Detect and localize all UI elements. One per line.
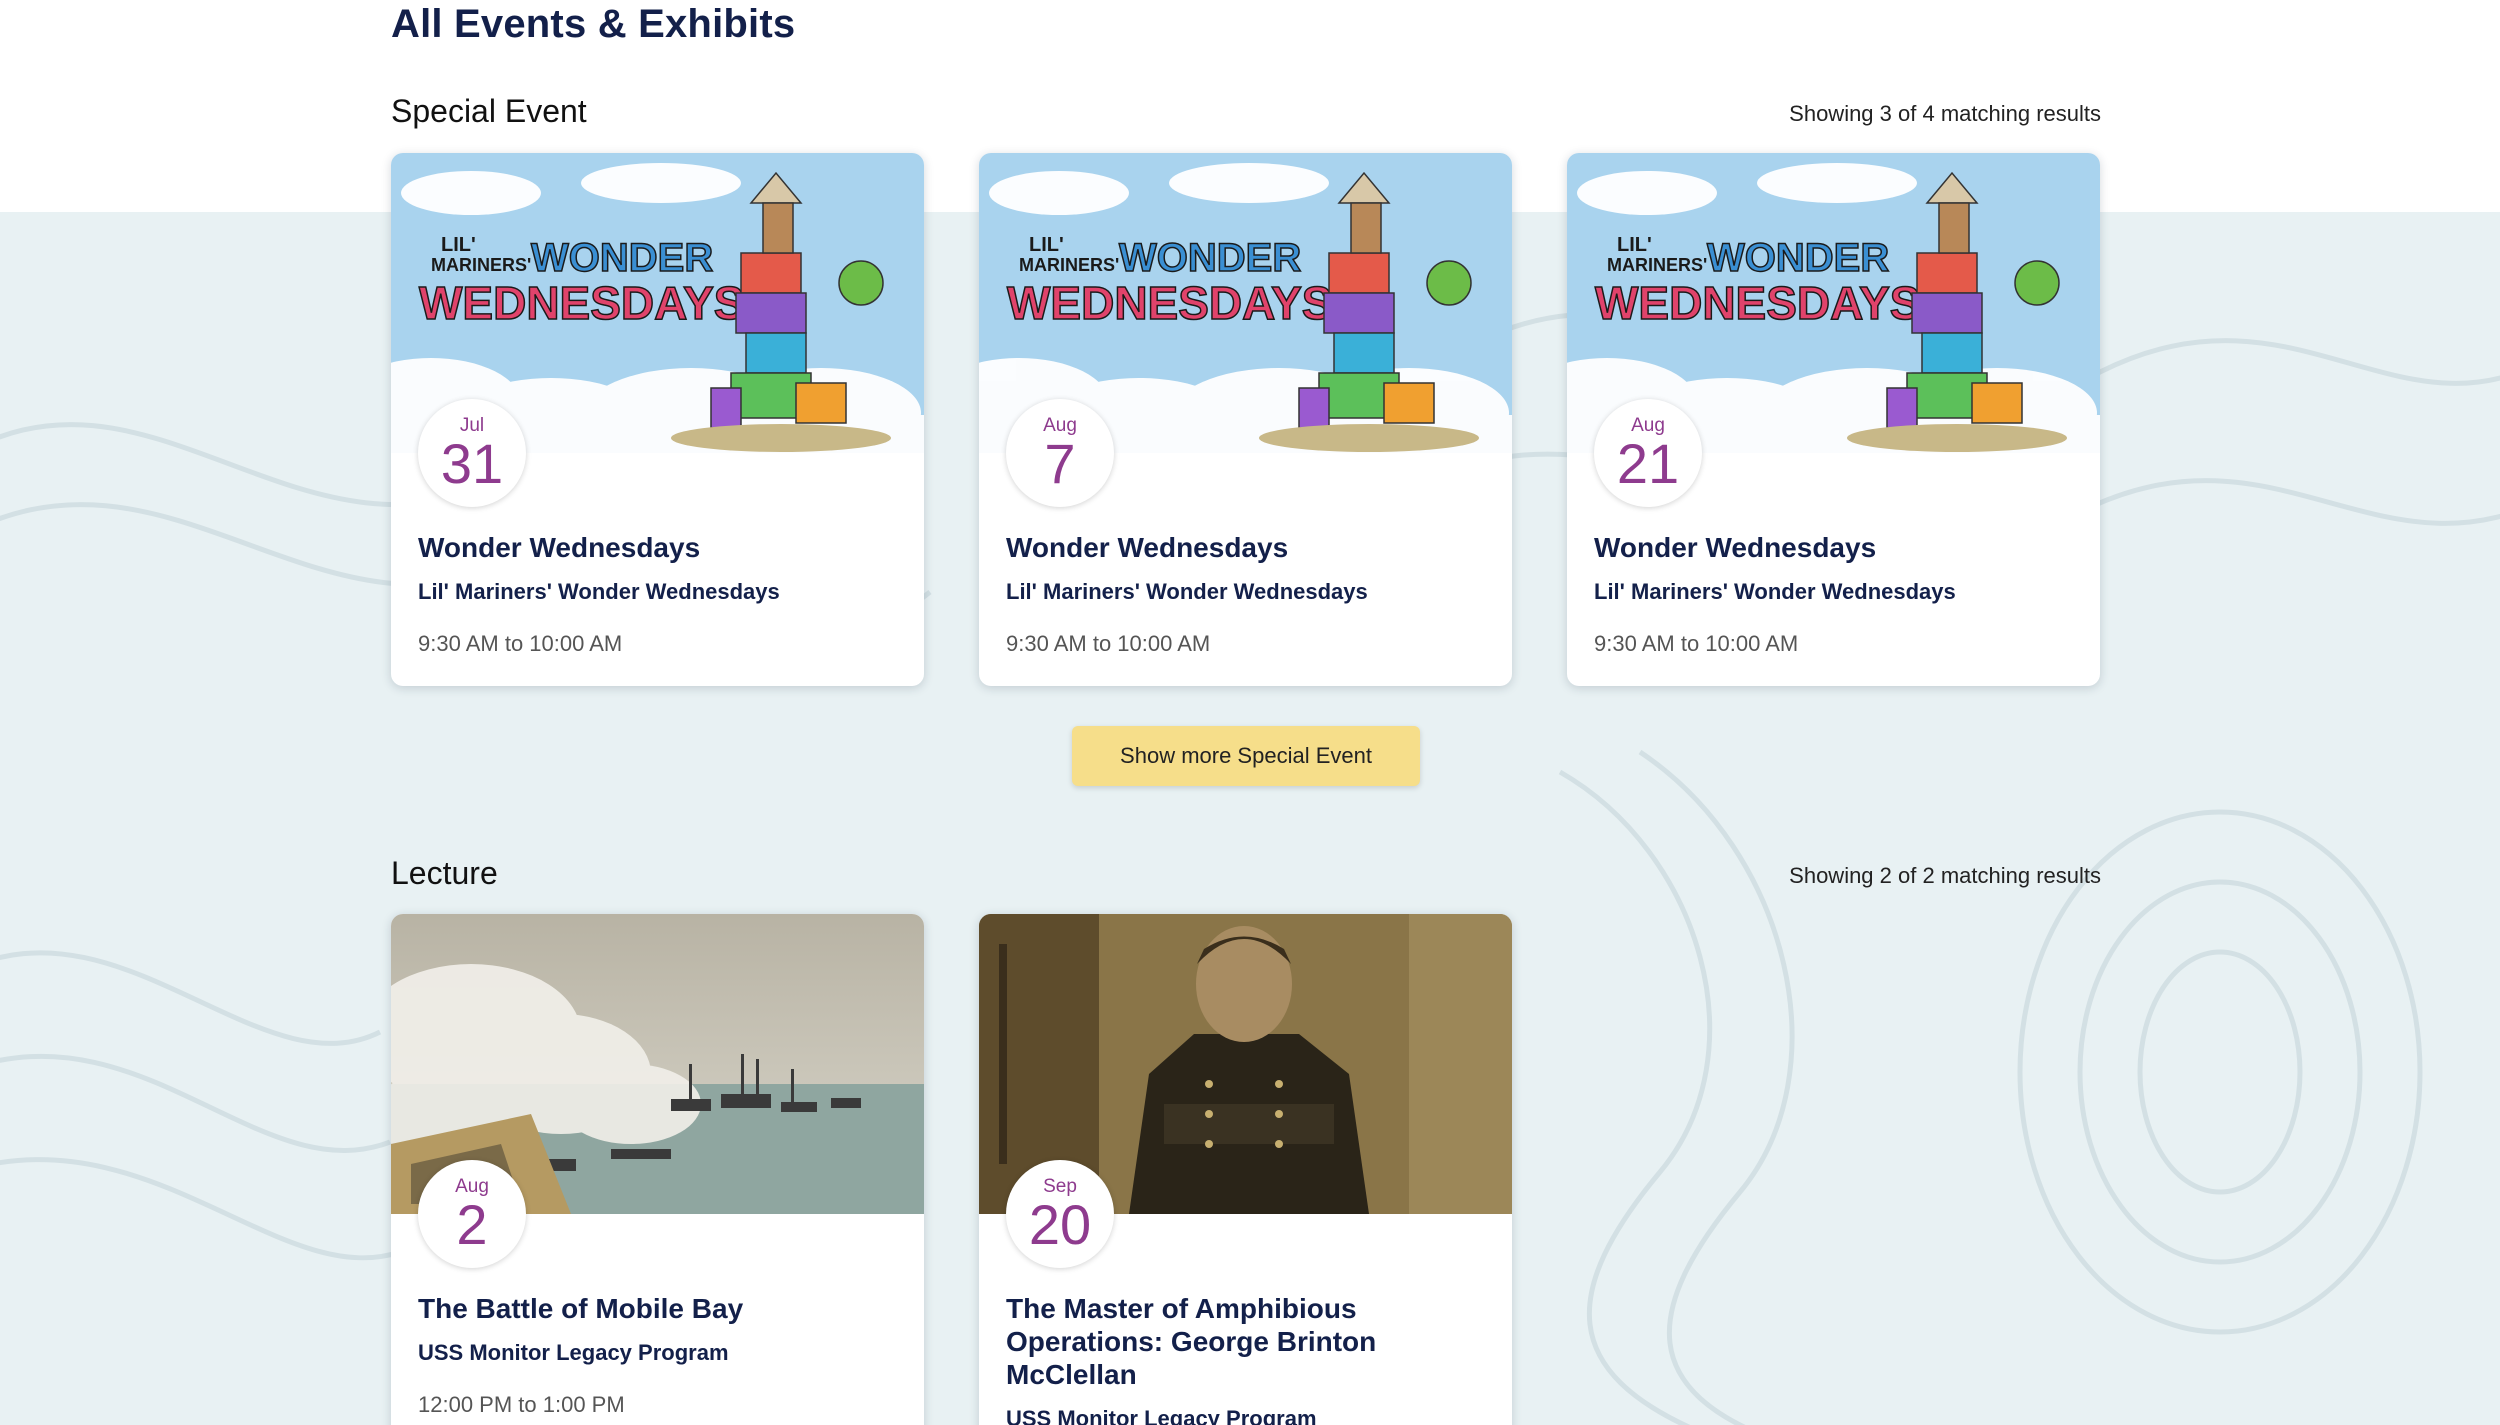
event-time: 12:00 PM to 1:00 PM [418, 1392, 625, 1417]
date-badge: Aug 7 [1006, 399, 1114, 507]
event-card[interactable]: Aug 2 The Battle of Mobile Bay USS Monit… [391, 914, 924, 1425]
svg-text:WEDNESDAYS: WEDNESDAYS [419, 277, 744, 329]
date-badge: Sep 20 [1006, 1160, 1114, 1268]
results-count: Showing 2 of 2 matching results [1789, 863, 2101, 888]
event-subtitle: USS Monitor Legacy Program [1006, 1406, 1317, 1425]
date-badge: Aug 21 [1594, 399, 1702, 507]
event-card[interactable]: Sep 20 The Master of Amphibious Operatio… [979, 914, 1512, 1425]
event-title[interactable]: Wonder Wednesdays [418, 531, 888, 564]
section-header-special-event: Special Event Showing 3 of 4 matching re… [391, 93, 2101, 143]
event-card[interactable]: LIL' MARINERS' WONDER WEDNESDAYS [1567, 153, 2100, 686]
date-badge: Jul 31 [418, 399, 526, 507]
show-more-button[interactable]: Show more Special Event [1072, 726, 1420, 786]
date-day: 21 [1616, 432, 1680, 495]
svg-text:MARINERS': MARINERS' [1607, 255, 1707, 275]
event-time: 9:30 AM to 10:00 AM [418, 631, 623, 656]
event-card[interactable]: LIL' MARINERS' WONDER WEDNESDAYS [391, 153, 924, 686]
event-card[interactable]: LIL' MARINERS' WONDER WEDNESDAYS [979, 153, 1512, 686]
section-header-lecture: Lecture Showing 2 of 2 matching results [391, 855, 2101, 905]
svg-text:WONDER: WONDER [1707, 236, 1889, 280]
page-title: All Events & Exhibits [391, 2, 796, 46]
event-title[interactable]: The Battle of Mobile Bay [418, 1292, 888, 1325]
event-title[interactable]: The Master of Amphibious Operations: Geo… [1006, 1292, 1476, 1391]
section-title: Lecture [391, 855, 498, 891]
event-title[interactable]: Wonder Wednesdays [1006, 531, 1476, 564]
svg-text:MARINERS': MARINERS' [431, 255, 531, 275]
events-container: All Events & Exhibits Special Event Show… [391, 0, 2101, 1425]
event-time: 9:30 AM to 10:00 AM [1006, 631, 1211, 656]
event-subtitle: Lil' Mariners' Wonder Wednesdays [418, 579, 780, 604]
date-day: 31 [440, 432, 504, 495]
svg-text:WEDNESDAYS: WEDNESDAYS [1595, 277, 1920, 329]
results-count: Showing 3 of 4 matching results [1789, 101, 2101, 126]
event-subtitle: Lil' Mariners' Wonder Wednesdays [1594, 579, 1956, 604]
svg-text:MARINERS': MARINERS' [1019, 255, 1119, 275]
image-caption: LIL' [1029, 234, 1064, 256]
section-title: Special Event [391, 93, 587, 129]
date-day: 2 [456, 1193, 488, 1256]
event-subtitle: USS Monitor Legacy Program [418, 1340, 729, 1365]
date-day: 20 [1028, 1193, 1092, 1256]
event-subtitle: Lil' Mariners' Wonder Wednesdays [1006, 579, 1368, 604]
svg-text:WEDNESDAYS: WEDNESDAYS [1007, 277, 1332, 329]
date-badge: Aug 2 [418, 1160, 526, 1268]
date-day: 7 [1044, 432, 1076, 495]
svg-text:WONDER: WONDER [1119, 236, 1301, 280]
image-caption: LIL' [441, 234, 476, 256]
svg-text:WONDER: WONDER [531, 236, 713, 280]
image-caption: LIL' [1617, 234, 1652, 256]
event-time: 9:30 AM to 10:00 AM [1594, 631, 1799, 656]
event-title[interactable]: Wonder Wednesdays [1594, 531, 2064, 564]
